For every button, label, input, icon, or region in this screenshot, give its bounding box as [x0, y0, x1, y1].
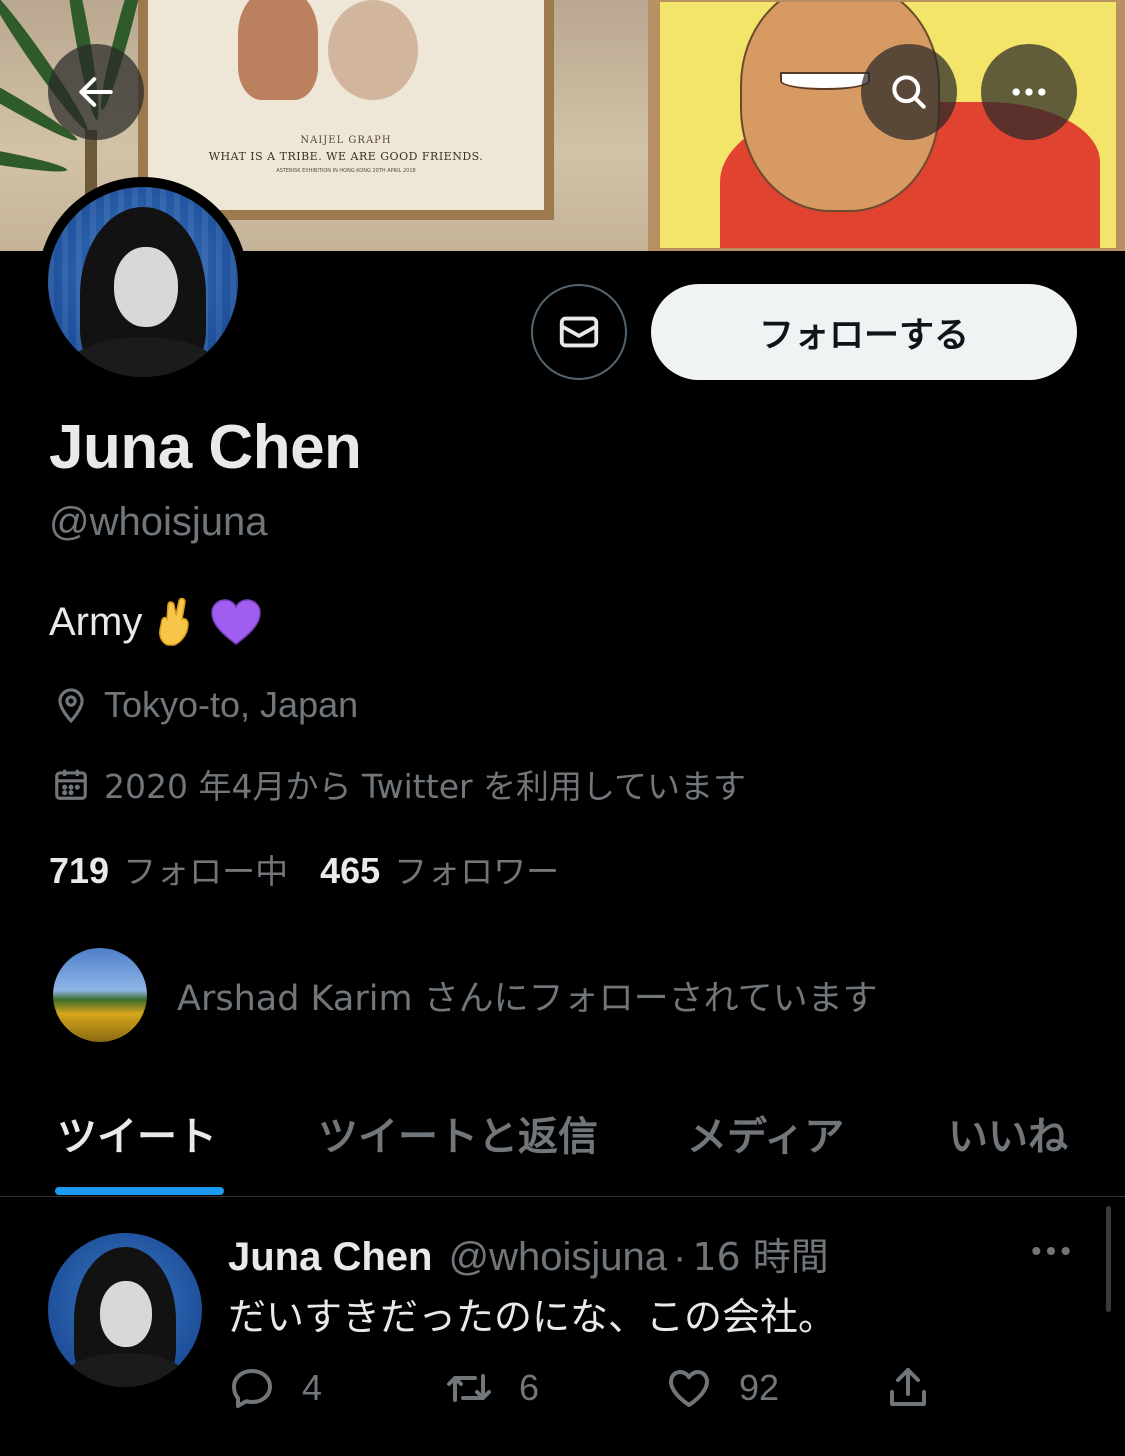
search-icon	[892, 75, 926, 109]
tab-tweets-and-replies[interactable]: ツイートと返信	[318, 1104, 598, 1162]
envelope-icon	[559, 316, 599, 348]
followed-by-text: Arshad Karim さんにフォローされています	[177, 978, 878, 1019]
more-horizontal-icon	[1032, 1246, 1070, 1256]
profile-joined-date: 2020 年4月から Twitter を利用しています	[52, 760, 746, 808]
artwork-caption: ASTERISK EXHIBITION IN HONG KONG 20TH AP…	[276, 168, 416, 174]
share-icon	[890, 1368, 926, 1406]
tweet-timestamp[interactable]: 16 時間	[692, 1226, 828, 1281]
avatar-image	[48, 187, 238, 377]
more-horizontal-icon	[1012, 88, 1046, 96]
location-pin-icon	[58, 688, 84, 724]
like-button[interactable]: 92	[665, 1364, 779, 1412]
joined-text: 2020 年4月から Twitter を利用しています	[104, 767, 747, 806]
followers-count[interactable]: 465	[320, 850, 380, 892]
reply-icon	[232, 1369, 272, 1408]
more-options-button[interactable]	[981, 44, 1077, 140]
scrollbar[interactable]	[1106, 1206, 1111, 1312]
profile-name: Juna Chen	[49, 413, 362, 482]
followed-by-row[interactable]: Arshad Karim さんにフォローされています	[53, 948, 878, 1042]
retweet-icon	[447, 1374, 491, 1402]
active-tab-indicator	[55, 1187, 224, 1195]
like-count: 92	[739, 1367, 780, 1408]
following-label[interactable]: フォロー中	[123, 845, 288, 893]
tweet-more-button[interactable]	[1026, 1236, 1076, 1266]
share-button[interactable]	[884, 1364, 932, 1412]
follow-button[interactable]: フォローする	[651, 284, 1077, 380]
location-text: Tokyo-to, Japan	[104, 684, 359, 725]
bio-text: Army	[49, 599, 143, 644]
message-button[interactable]	[531, 284, 627, 380]
tab-media[interactable]: メディア	[687, 1104, 844, 1162]
retweet-button[interactable]: 6	[445, 1364, 539, 1412]
tab-tweets[interactable]: ツイート	[57, 1104, 217, 1162]
back-button[interactable]	[48, 44, 144, 140]
profile-handle: @whoisjuna	[49, 500, 268, 544]
purple-heart-emoji-icon	[211, 599, 262, 645]
tab-likes[interactable]: いいね	[948, 1104, 1068, 1162]
artwork-caption: NAIJEL GRAPH	[300, 135, 392, 146]
artwork-caption: WHAT IS A TRIBE. WE ARE GOOD FRIENDS.	[208, 150, 484, 163]
tweet-author-name[interactable]: Juna Chen	[228, 1235, 432, 1280]
follow-stats: 719 フォロー中 465 フォロワー	[49, 845, 591, 893]
calendar-icon	[55, 769, 87, 800]
tweet-separator: ·	[672, 1235, 687, 1279]
profile-avatar[interactable]	[38, 177, 248, 387]
retweet-count: 6	[519, 1367, 540, 1408]
profile-tabs: ツイート ツイートと返信 メディア いいね	[0, 1090, 1125, 1197]
following-count[interactable]: 719	[49, 850, 109, 892]
reply-button[interactable]: 4	[228, 1364, 322, 1412]
reply-count: 4	[302, 1367, 323, 1408]
tweet-header: Juna Chen @whoisjuna · 16 時間	[228, 1226, 829, 1281]
profile-location: Tokyo-to, Japan	[52, 684, 358, 726]
follower-avatar	[53, 948, 147, 1042]
search-button[interactable]	[861, 44, 957, 140]
profile-bio: Army	[49, 597, 262, 647]
crossed-fingers-emoji-icon	[159, 597, 190, 646]
tweet-avatar[interactable]	[48, 1233, 202, 1387]
tweet-author-handle[interactable]: @whoisjuna	[448, 1235, 667, 1280]
tweet-text: だいすきだったのにな、この会社。	[228, 1295, 837, 1339]
arrow-left-icon	[79, 77, 113, 107]
followers-label[interactable]: フォロワー	[394, 845, 559, 893]
heart-icon	[669, 1370, 709, 1407]
